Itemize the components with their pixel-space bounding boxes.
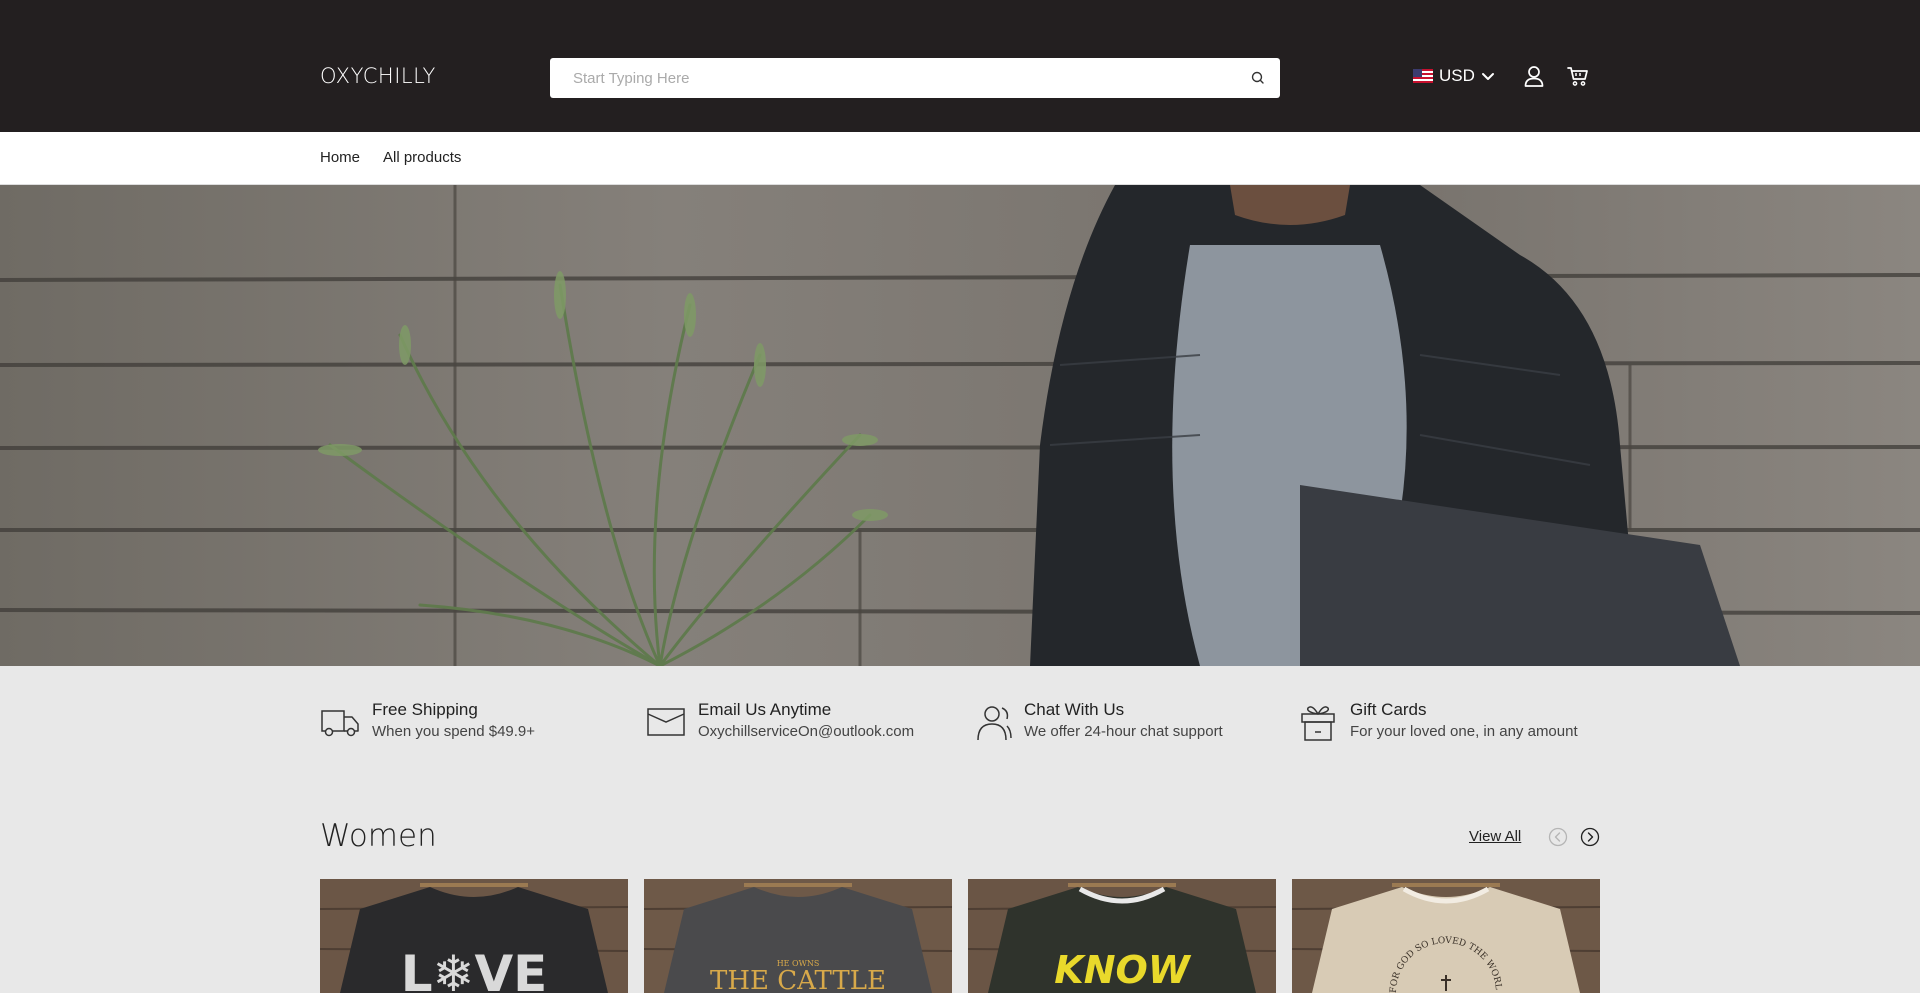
feature-title: Chat With Us [1024, 700, 1125, 719]
chevron-down-icon [1481, 73, 1494, 80]
search-button[interactable] [1248, 68, 1268, 88]
currency-label: USD [1439, 66, 1475, 85]
carousel-next-icon[interactable] [1580, 827, 1600, 847]
view-all-link[interactable]: View All [1469, 828, 1521, 845]
search-icon [1251, 71, 1264, 84]
nav-item-all-products[interactable]: All products [383, 149, 461, 166]
gift-icon [1301, 706, 1335, 741]
cart-icon[interactable] [1566, 64, 1590, 88]
feature-gift-cards: Gift Cards For your loved one, in any am… [1298, 700, 1578, 742]
search-bar [550, 58, 1280, 98]
feature-subtitle[interactable]: OxychillserviceOn@outlook.com [698, 722, 914, 742]
hero-image [0, 185, 1920, 666]
feature-subtitle: We offer 24-hour chat support [1024, 723, 1223, 740]
site-logo[interactable]: OXYCHILLY [320, 64, 436, 88]
product-image: HE OWNS THE CATTLE [644, 879, 952, 993]
feature-email: Email Us Anytime OxychillserviceOn@outlo… [646, 700, 914, 742]
features-bar: Free Shipping When you spend $49.9+ Emai… [0, 666, 1920, 786]
print-text: KNOW [1054, 948, 1192, 992]
product-image: KNOW [968, 879, 1276, 993]
search-input[interactable] [550, 58, 1230, 98]
main-nav: Home All products [0, 132, 1920, 185]
account-icon[interactable] [1522, 64, 1546, 88]
carousel-prev-icon[interactable] [1548, 827, 1568, 847]
feature-subtitle: For your loved one, in any amount [1350, 723, 1578, 740]
hero-banner[interactable] [0, 185, 1920, 666]
feature-title: Email Us Anytime [698, 700, 832, 719]
section-title-women: Women [320, 818, 437, 854]
feature-title: Gift Cards [1350, 700, 1427, 719]
us-flag-icon [1413, 69, 1433, 83]
site-header: OXYCHILLY USD [0, 0, 1920, 132]
feature-free-shipping: Free Shipping When you spend $49.9+ [320, 700, 535, 742]
users-icon [977, 706, 1012, 741]
product-image: L❄VE [320, 879, 628, 993]
product-image: FOR GOD SO LOVED THE WORLD [1292, 879, 1600, 993]
truck-icon [321, 710, 359, 737]
feature-chat: Chat With Us We offer 24-hour chat suppo… [972, 700, 1223, 742]
product-card[interactable]: KNOW [968, 879, 1276, 993]
product-card[interactable]: HE OWNS THE CATTLE [644, 879, 952, 993]
feature-subtitle: When you spend $49.9+ [372, 723, 536, 740]
feature-title: Free Shipping [372, 700, 478, 719]
nav-item-home[interactable]: Home [320, 149, 360, 166]
print-text: L❄VE [401, 945, 548, 993]
currency-selector[interactable]: USD [1413, 66, 1495, 86]
product-card[interactable]: FOR GOD SO LOVED THE WORLD [1292, 879, 1600, 993]
envelope-icon [647, 708, 685, 736]
print-text: THE CATTLE [710, 966, 886, 993]
product-card[interactable]: L❄VE [320, 879, 628, 993]
